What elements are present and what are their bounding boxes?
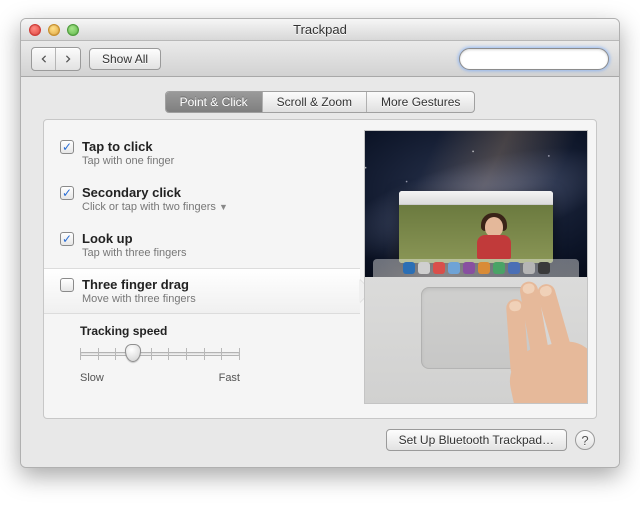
dock-icon [463, 262, 475, 274]
checkbox[interactable]: ✓ [60, 140, 74, 154]
option-three-finger-drag[interactable]: Three finger dragMove with three fingers [44, 268, 360, 314]
dock-icon [538, 262, 550, 274]
slider-track [80, 352, 240, 356]
panel: ✓ Tap to clickTap with one finger ✓ Second… [43, 119, 597, 419]
setup-bluetooth-button[interactable]: Set Up Bluetooth Trackpad… [386, 429, 567, 451]
option-subtitle: Move with three fingers [82, 293, 196, 305]
dock-icon [448, 262, 460, 274]
preview-desktop [365, 131, 587, 277]
search-input[interactable] [466, 52, 620, 66]
dock-icon [508, 262, 520, 274]
tab-scroll-zoom[interactable]: Scroll & Zoom [263, 92, 367, 112]
traffic-lights [21, 24, 79, 36]
slider-tick [186, 348, 187, 360]
slider-tick [168, 348, 169, 360]
preview-column [360, 120, 596, 408]
option-title: Three finger drag [82, 277, 196, 292]
preferences-window: Trackpad Show All Point & ClickScroll & … [20, 18, 620, 468]
show-all-button[interactable]: Show All [89, 48, 161, 70]
tracking-speed-slider[interactable] [80, 344, 240, 378]
slider-tick [151, 348, 152, 360]
option-subtitle[interactable]: Click or tap with two fingers ▼ [82, 201, 228, 213]
zoom-icon[interactable] [67, 24, 79, 36]
checkbox[interactable]: ✓ [60, 232, 74, 246]
nav-segmented [31, 47, 81, 71]
dock-icon [433, 262, 445, 274]
option-subtitle: Tap with one finger [82, 155, 174, 167]
slider-tick [98, 348, 99, 360]
dock-icon [523, 262, 535, 274]
tabs: Point & ClickScroll & ZoomMore Gestures [43, 91, 597, 113]
option-title: Tap to click [82, 139, 174, 154]
option-tap-to-click[interactable]: ✓ Tap to clickTap with one finger [44, 130, 360, 176]
content: Point & ClickScroll & ZoomMore Gestures … [21, 77, 619, 467]
tab-more-gestures[interactable]: More Gestures [367, 92, 474, 112]
option-title: Look up [82, 231, 187, 246]
titlebar[interactable]: Trackpad [21, 19, 619, 41]
gesture-preview [364, 130, 588, 404]
option-subtitle: Tap with three fingers [82, 247, 187, 259]
dock-icon [478, 262, 490, 274]
dock-icon [418, 262, 430, 274]
preview-trackpad-area [365, 277, 587, 403]
dock-icon [403, 262, 415, 274]
slider-tick [204, 348, 205, 360]
footer: Set Up Bluetooth Trackpad… ? [43, 419, 597, 451]
option-look-up[interactable]: ✓ Look upTap with three fingers [44, 222, 360, 268]
dock-icon [493, 262, 505, 274]
slider-tick [221, 348, 222, 360]
preview-window [399, 191, 553, 263]
tracking-speed-section: Tracking speed Slow Fast [44, 314, 360, 384]
minimize-icon[interactable] [48, 24, 60, 36]
checkbox[interactable] [60, 278, 74, 292]
checkbox[interactable]: ✓ [60, 186, 74, 200]
search-field[interactable] [459, 48, 609, 70]
option-title: Secondary click [82, 185, 228, 200]
help-button[interactable]: ? [575, 430, 595, 450]
forward-button[interactable] [56, 48, 80, 70]
tab-point-click[interactable]: Point & Click [166, 92, 263, 112]
tracking-speed-label: Tracking speed [80, 324, 332, 338]
close-icon[interactable] [29, 24, 41, 36]
preview-person [471, 213, 517, 259]
chevron-down-icon[interactable]: ▼ [219, 202, 228, 212]
window-title: Trackpad [21, 22, 619, 37]
slider-knob[interactable] [125, 344, 141, 362]
slider-tick [239, 348, 240, 360]
slider-tick [115, 348, 116, 360]
back-button[interactable] [32, 48, 56, 70]
option-secondary-click[interactable]: ✓ Secondary clickClick or tap with two fi… [44, 176, 360, 222]
preview-dock [373, 259, 579, 277]
toolbar: Show All [21, 41, 619, 77]
slider-tick [80, 348, 81, 360]
options-column: ✓ Tap to clickTap with one finger ✓ Second… [44, 120, 360, 408]
